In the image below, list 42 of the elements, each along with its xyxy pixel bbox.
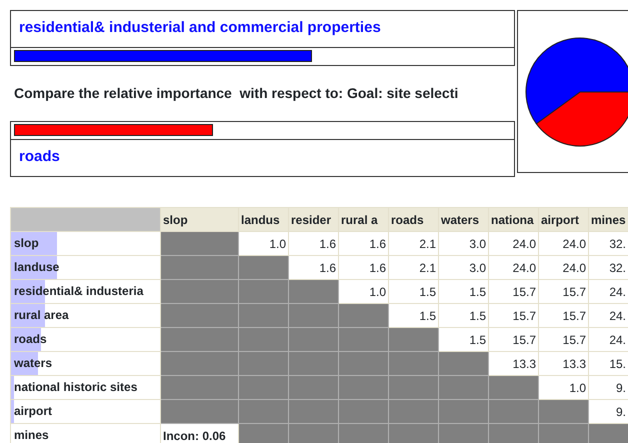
column-header: landus <box>238 208 288 232</box>
table-cell: 2.1 <box>388 232 438 256</box>
table-cell: 15.7 <box>488 328 538 352</box>
table-cell: 1.6 <box>338 256 388 280</box>
table-cell: 13.3 <box>538 352 588 376</box>
table-cell: 1.5 <box>388 280 438 304</box>
table-cell: 24.0 <box>538 232 588 256</box>
table-cell: 2.1 <box>388 256 438 280</box>
row-label: roads <box>13 332 47 346</box>
table-cell: 1.6 <box>288 232 338 256</box>
row-label: residential& industeria <box>13 284 144 298</box>
row-label: waters <box>13 356 52 370</box>
comparison-question: Compare the relative importance with respect to: Goal: site selecti <box>14 85 458 101</box>
table-cell: 1.6 <box>338 232 388 256</box>
table-cell: 15.7 <box>538 328 588 352</box>
row-label: airport <box>13 404 52 418</box>
table-cell: 1.5 <box>438 280 488 304</box>
row-label: slop <box>13 236 39 250</box>
table-cell: 1.5 <box>438 304 488 328</box>
column-header: mines <box>588 208 628 232</box>
table-cell: 15.7 <box>538 304 588 328</box>
table-cell: 3.0 <box>438 232 488 256</box>
column-header: waters <box>438 208 488 232</box>
row-label: rural area <box>13 308 69 322</box>
column-header: slop <box>160 208 238 232</box>
column-header: resider <box>288 208 338 232</box>
criterion-label: residential& industerial and commercial properties <box>19 19 381 36</box>
table-cell: 3.0 <box>438 256 488 280</box>
table-cell: 15.7 <box>488 304 538 328</box>
column-header: rural a <box>338 208 388 232</box>
row-label: national historic sites <box>13 380 138 394</box>
table-cell: 24.0 <box>538 256 588 280</box>
row-label: mines <box>13 428 49 442</box>
table-cell: 24.0 <box>488 256 538 280</box>
column-header: nationa <box>488 208 538 232</box>
column-header: airport <box>538 208 588 232</box>
criterion-label: roads <box>19 148 60 165</box>
table-cell: 24.0 <box>488 232 538 256</box>
row-label: landuse <box>13 260 60 274</box>
table-cell: 15.7 <box>538 280 588 304</box>
column-header: roads <box>388 208 438 232</box>
table-cell: 15.7 <box>488 280 538 304</box>
